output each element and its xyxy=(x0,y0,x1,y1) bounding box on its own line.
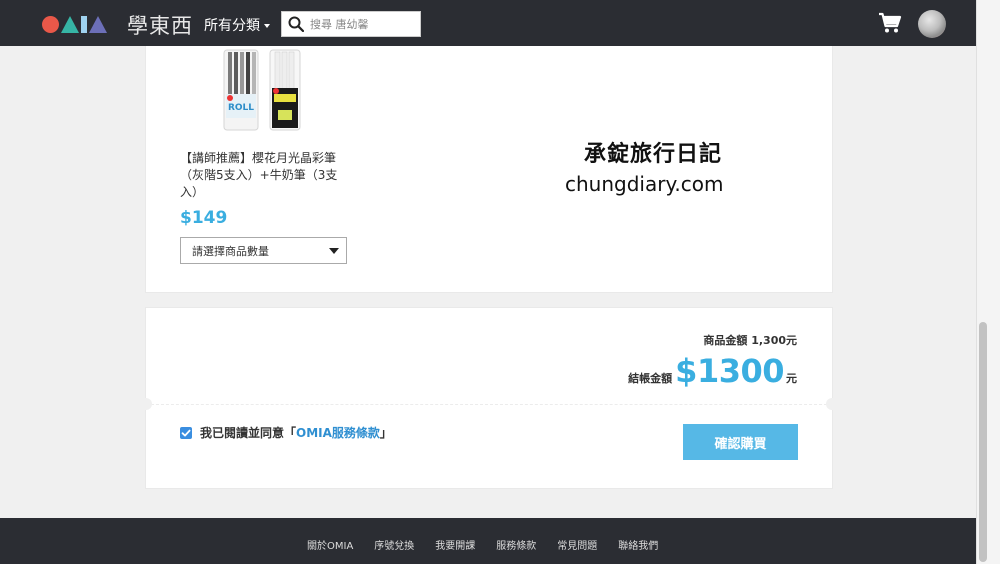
category-menu[interactable]: 所有分類 xyxy=(204,15,270,35)
footer-link-faq[interactable]: 常見問題 xyxy=(557,537,597,552)
quantity-select-label: 請選擇商品數量 xyxy=(192,244,269,258)
terms-checkbox[interactable] xyxy=(180,426,192,439)
logo-triangle-purple xyxy=(89,15,107,33)
notch-left xyxy=(140,398,152,410)
footer-link-contact[interactable]: 聯絡我們 xyxy=(618,537,658,552)
omia-logo[interactable] xyxy=(42,14,107,34)
logo-triangle-teal xyxy=(61,15,79,33)
caret-down-icon xyxy=(329,248,339,254)
search-box[interactable] xyxy=(281,11,421,37)
footer-link-about[interactable]: 關於OMIA xyxy=(307,537,353,552)
logo-bar xyxy=(81,15,87,33)
total-unit: 元 xyxy=(786,372,797,385)
logo-circle xyxy=(42,15,59,33)
product-title[interactable]: 【講師推薦】櫻花月光晶彩筆（灰階5支入）+牛奶筆（3支入） xyxy=(180,150,350,201)
quantity-select[interactable]: 請選擇商品數量 xyxy=(180,237,347,264)
svg-text:ROLL: ROLL xyxy=(228,103,254,113)
top-nav: 學東西 所有分類 xyxy=(0,0,976,46)
footer-links: 關於OMIA 序號兌換 我要開課 服務條款 常見問題 聯絡我們 xyxy=(307,537,679,552)
brand-text[interactable]: 學東西 xyxy=(127,10,193,40)
search-input[interactable] xyxy=(310,17,410,31)
terms-link[interactable]: OMIA服務條款 xyxy=(296,424,380,441)
product-card: ROLL 【講師推薦】櫻花月光晶彩筆（灰階5支入）+牛奶筆（3支入） $149 … xyxy=(145,46,833,293)
total-label: 結帳金額 xyxy=(628,372,673,385)
scrollbar-thumb[interactable] xyxy=(979,322,987,562)
total-row: 結帳金額 $1300 元 xyxy=(628,352,797,390)
product-image[interactable]: ROLL xyxy=(222,48,306,132)
watermark-url: chungdiary.com xyxy=(565,172,724,196)
divider xyxy=(146,404,832,405)
terms-text-prefix: 我已閱讀並同意「 xyxy=(200,426,297,440)
terms-text-suffix: 」 xyxy=(379,426,392,440)
terms-agreement: 我已閱讀並同意「 OMIA服務條款 」 xyxy=(180,424,392,441)
footer-link-teach[interactable]: 我要開課 xyxy=(435,537,475,552)
checkout-card: 商品金額 1,300元 結帳金額 $1300 元 我已閱讀並同意「 OMIA服務… xyxy=(140,307,838,489)
confirm-purchase-button[interactable]: 確認購買 xyxy=(683,424,798,460)
footer-link-terms[interactable]: 服務條款 xyxy=(496,537,536,552)
cart-icon[interactable] xyxy=(878,12,902,34)
product-price: $149 xyxy=(180,208,228,228)
subtotal-text: 商品金額 1,300元 xyxy=(703,334,797,347)
category-label: 所有分類 xyxy=(204,18,260,34)
footer-link-redeem[interactable]: 序號兌換 xyxy=(374,537,414,552)
total-value: $1300 xyxy=(675,352,784,390)
caret-down-icon xyxy=(264,23,270,28)
search-icon[interactable] xyxy=(288,16,304,32)
footer: 關於OMIA 序號兌換 我要開課 服務條款 常見問題 聯絡我們 xyxy=(0,518,976,564)
user-avatar[interactable] xyxy=(918,10,946,38)
notch-right xyxy=(826,398,838,410)
watermark-title: 承錠旅行日記 xyxy=(584,142,723,167)
checkmark-icon xyxy=(181,429,191,436)
